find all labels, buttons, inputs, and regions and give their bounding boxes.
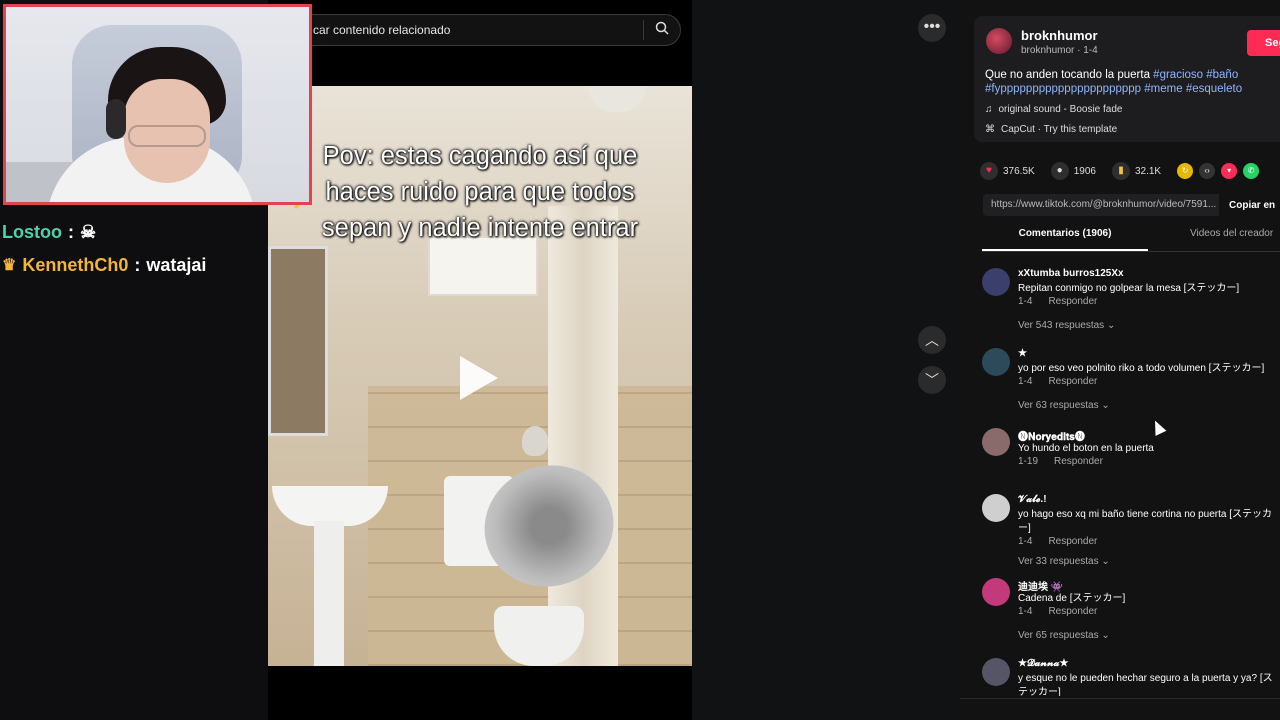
like-button[interactable]: ♥ 376.5K [980,162,1035,180]
previous-video-icon[interactable]: ︿ [918,326,946,354]
author-subtitle: broknhumor · 1-4 [1021,45,1098,56]
capcut-icon: ⌘ [985,124,995,135]
webcam-feed [3,4,312,205]
chat-line: ♛ KennethCh0 : watajai [2,249,206,282]
share-link-row: https://www.tiktok.com/@broknhumor/video… [983,194,1280,216]
search-icon[interactable] [644,21,680,40]
whatsapp-icon[interactable]: ✆ [1243,163,1260,179]
template-link[interactable]: ⌘ CapCut · Try this template [985,124,1117,135]
avatar[interactable] [982,494,1010,522]
chat-message: watajai [146,255,207,275]
related-search[interactable]: car contenido relacionado [296,14,681,46]
save-button[interactable]: ▮ 32.1K [1111,162,1161,180]
avatar[interactable] [982,428,1010,456]
author-name[interactable]: broknhumor [1021,28,1098,43]
reply-button[interactable]: Responder [1048,606,1097,617]
tab-comments[interactable]: Comentarios (1906) [982,228,1148,251]
reply-button[interactable]: Responder [1048,376,1097,387]
chat-line: Lostoo : ☠ [2,216,206,249]
play-icon[interactable] [460,356,498,400]
chat-message: ☠ [80,222,97,242]
view-replies-button[interactable]: Ver 33 respuestas ⌄ [1018,556,1110,567]
reply-button[interactable]: Responder [1048,296,1097,307]
hashtag[interactable]: #esqueleto [1186,83,1242,95]
panel-tabs: Comentarios (1906) Videos del creador [982,228,1280,252]
video-player[interactable]: Pov: estas cagando así que haces ruido p… [268,86,692,666]
music-note-icon: ♫ [985,104,993,115]
avatar[interactable] [982,658,1010,686]
comment-icon: ● [1050,162,1069,180]
comment-button[interactable]: ● 1906 [1050,162,1096,180]
hashtag[interactable]: #fypppppppppppppppppppppp [985,83,1141,95]
view-replies-button[interactable]: Ver 63 respuestas ⌄ [1018,400,1110,411]
stream-chat: Lostoo : ☠ ♛ KennethCh0 : watajai [2,216,206,282]
reply-button[interactable]: Responder [1048,536,1097,547]
video-url-field[interactable]: https://www.tiktok.com/@broknhumor/video… [983,194,1219,216]
copy-link-button[interactable]: Copiar en [1229,200,1275,211]
repost-icon[interactable]: ↻ [1177,163,1194,179]
headphones [106,99,126,139]
follow-button[interactable]: Seg [1247,30,1280,56]
hashtag[interactable]: #baño [1206,69,1238,81]
tab-creator-videos[interactable]: Videos del creador [1148,228,1273,251]
video-caption: Pov: estas cagando así que haces ruido p… [321,142,639,242]
avatar[interactable] [982,348,1010,376]
next-video-icon[interactable]: ﹀ [918,366,946,394]
reply-button[interactable]: Responder [1054,456,1103,467]
view-replies-button[interactable]: Ver 543 respuestas ⌄ [1018,320,1115,331]
chat-user: KennethCh0 [22,255,129,275]
author-avatar[interactable] [986,28,1012,54]
post-info-card: broknhumor broknhumor · 1-4 Seg Que no a… [974,16,1280,142]
post-description: Que no anden tocando la puerta #gracioso… [985,69,1243,95]
avatar[interactable] [982,578,1010,606]
screen: Lostoo : ☠ ♛ KennethCh0 : watajai car co… [0,0,1280,720]
hashtag[interactable]: #meme [1144,83,1182,95]
bookmark-icon: ▮ [1111,162,1130,180]
avatar[interactable] [982,268,1010,296]
comment-input-bar[interactable] [960,698,1280,720]
crown-icon: ♛ [2,257,17,274]
sound-link[interactable]: ♫ original sound - Boosie fade [985,104,1122,115]
engagement-bar: ♥ 376.5K ● 1906 ▮ 32.1K ↻ ‹› ▾ ✆ [980,160,1280,182]
hashtag[interactable]: #gracioso [1153,69,1203,81]
chat-user: Lostoo [2,222,62,242]
side-panel: broknhumor broknhumor · 1-4 Seg Que no a… [960,0,1280,720]
more-options-icon[interactable]: ••• [918,14,946,42]
view-replies-button[interactable]: Ver 65 respuestas ⌄ [1018,630,1110,641]
heart-icon: ♥ [980,162,998,180]
search-input[interactable]: car contenido relacionado [297,23,643,37]
send-icon[interactable]: ▾ [1221,163,1238,179]
embed-icon[interactable]: ‹› [1199,163,1216,179]
comments-list: xXtumba burros125Xx Repitan conmigo no g… [982,266,1280,696]
